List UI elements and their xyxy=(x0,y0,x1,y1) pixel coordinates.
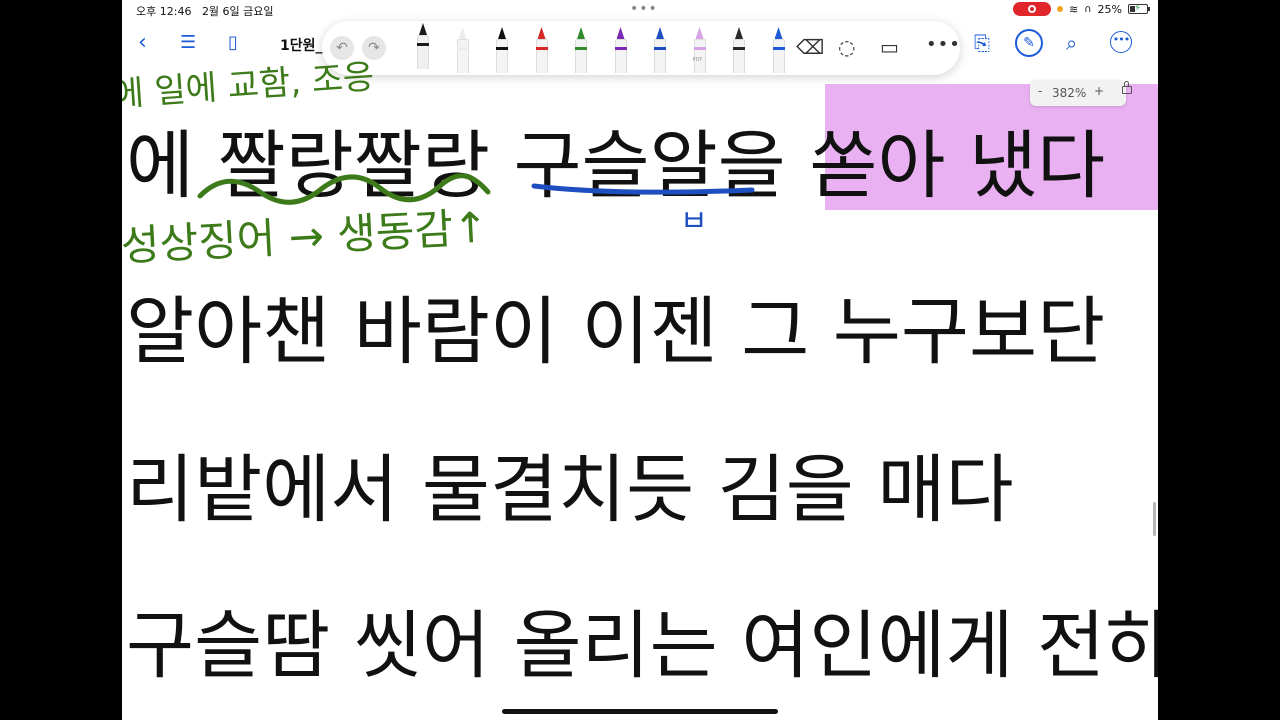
scroll-indicator[interactable] xyxy=(1153,502,1156,536)
home-indicator[interactable] xyxy=(502,709,778,714)
green-wavy-underline xyxy=(197,173,491,205)
blue-underline xyxy=(531,183,755,195)
ink-strokes xyxy=(197,173,755,205)
ipad-screen: 오후 12:46 2월 6일 금요일 ••• ≋ ∩ 25% ⚡ ‹ ☰ ▯ 1… xyxy=(122,0,1158,720)
